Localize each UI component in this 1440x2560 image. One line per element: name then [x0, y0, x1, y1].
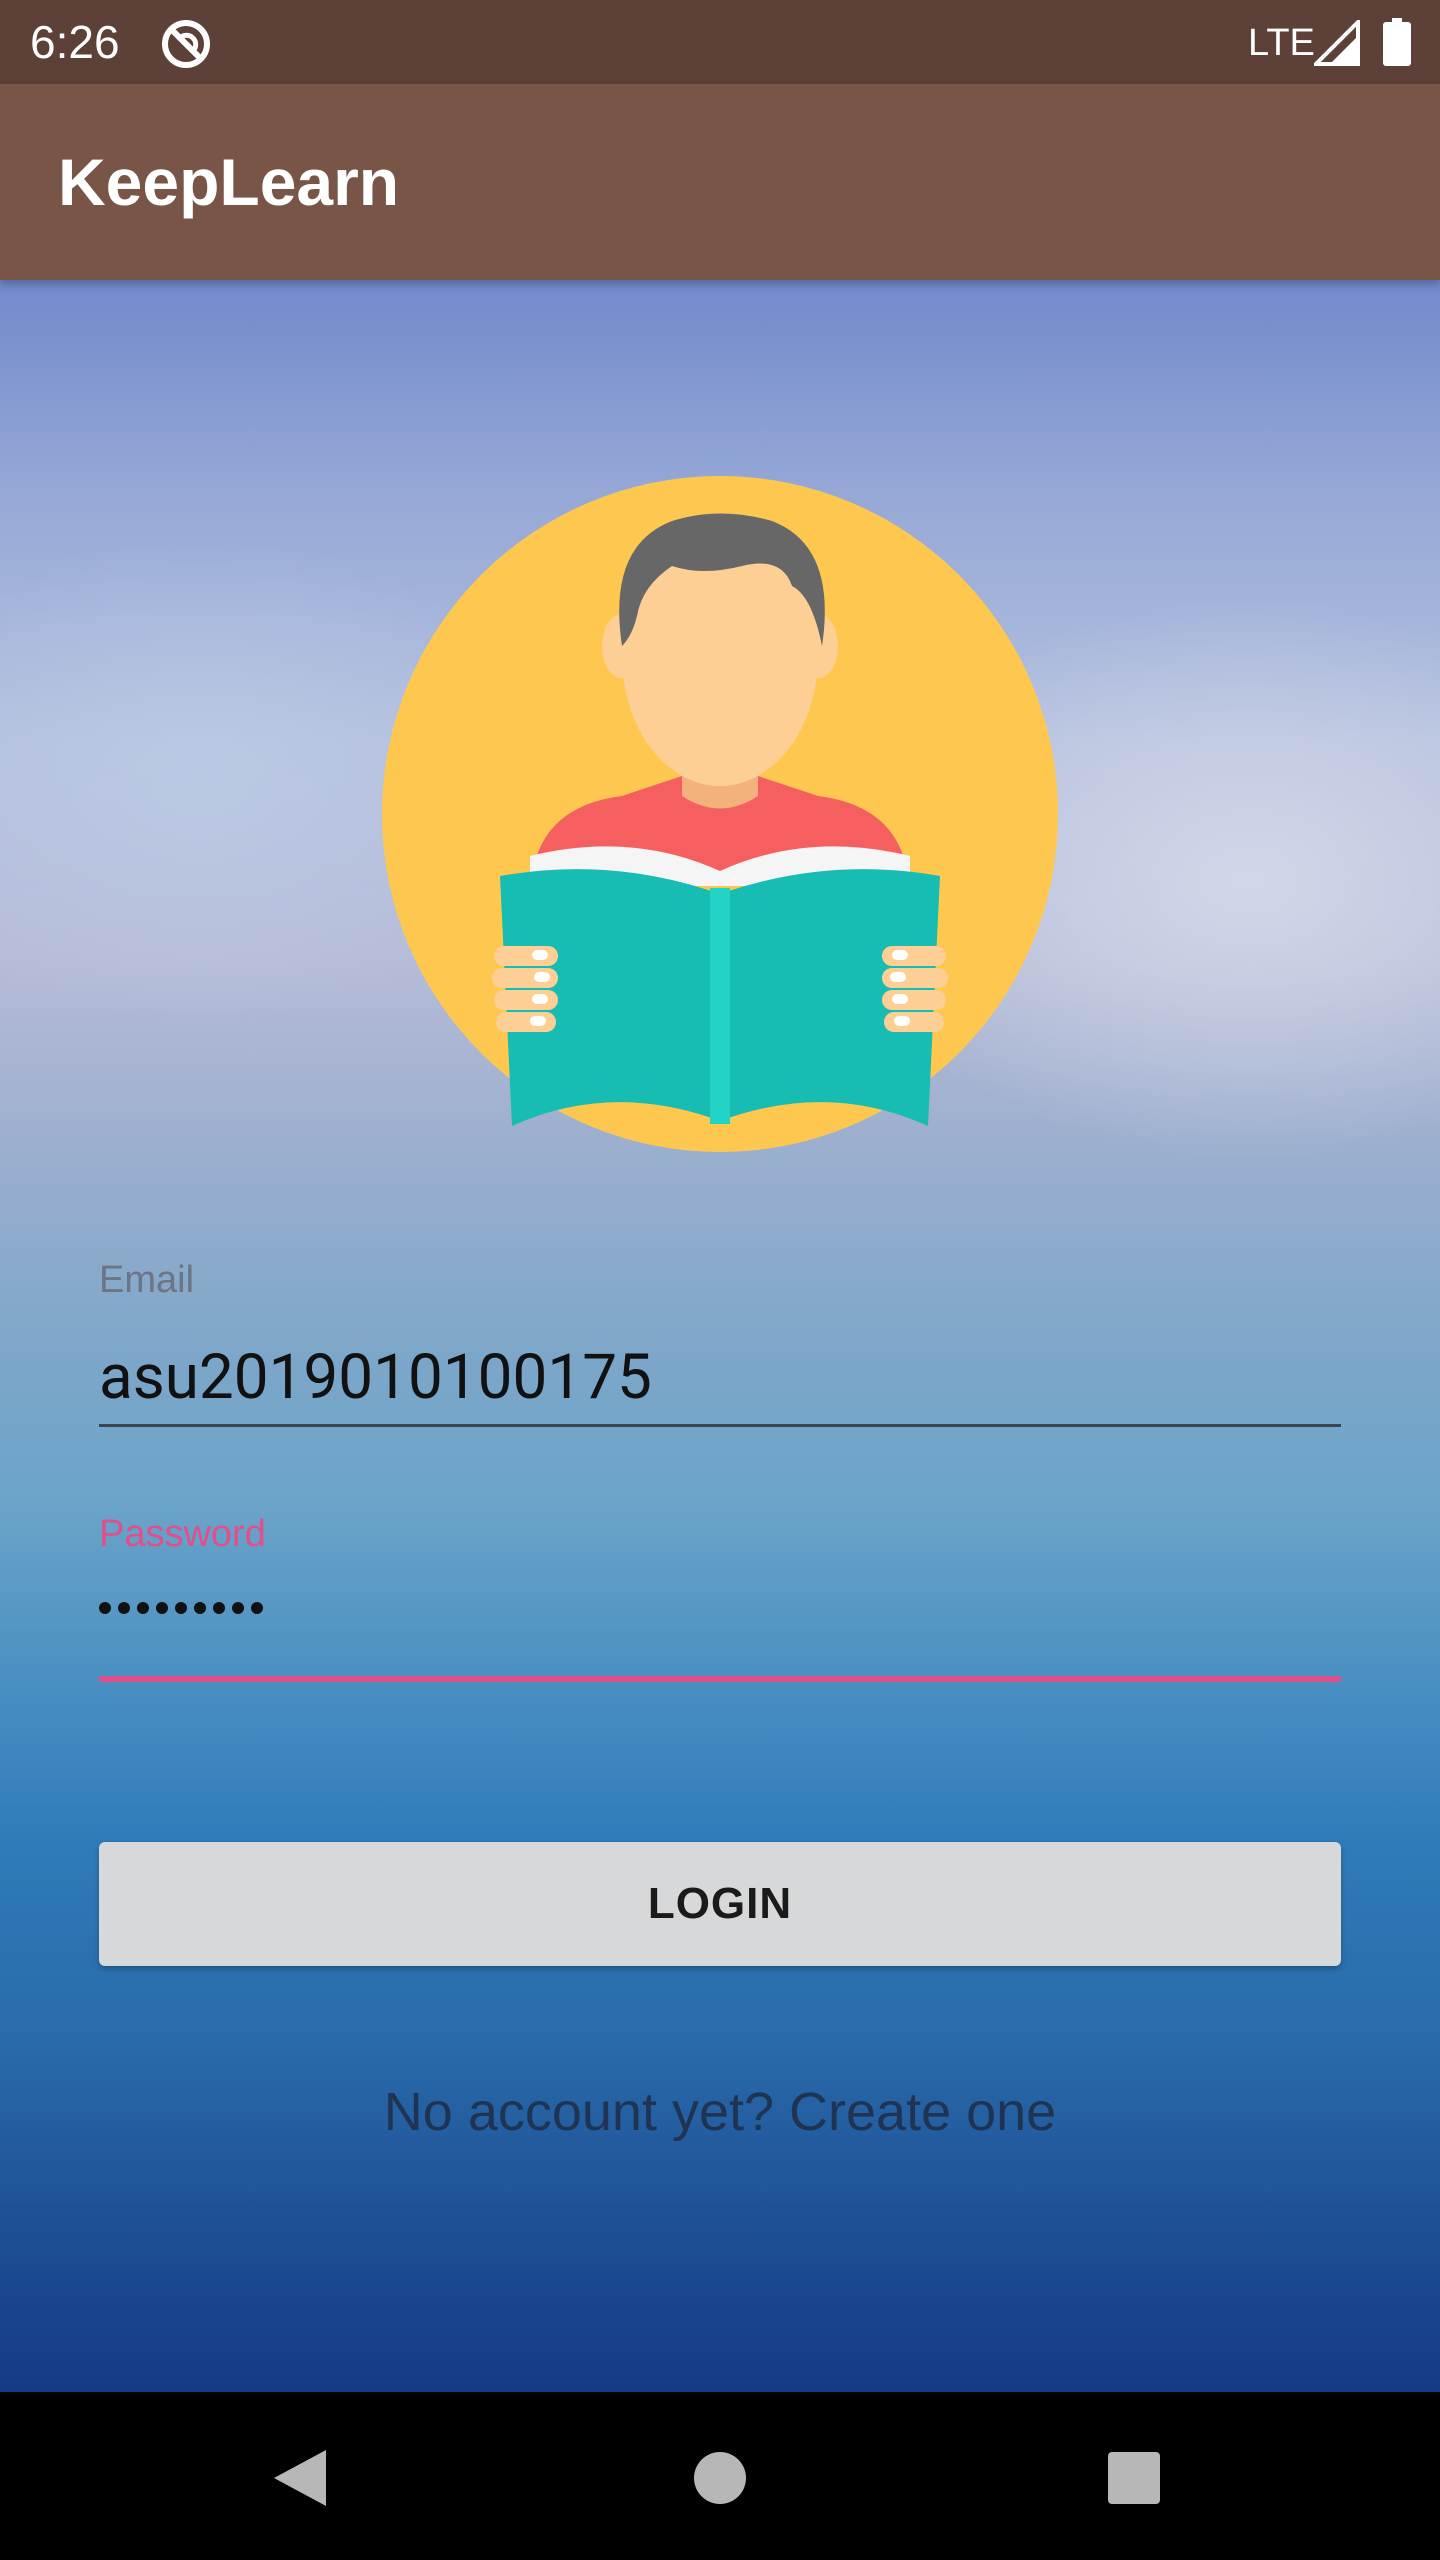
password-mask-dot	[137, 1602, 149, 1614]
app-title: KeepLearn	[58, 145, 400, 219]
email-label: Email	[99, 1259, 195, 1301]
password-mask-dot	[118, 1602, 130, 1614]
home-icon[interactable]	[694, 2452, 746, 2504]
status-time: 6:26	[30, 16, 120, 68]
password-label: Password	[99, 1513, 266, 1555]
password-mask-dot	[99, 1602, 111, 1614]
password-mask-dot	[251, 1602, 263, 1614]
password-underline	[99, 1676, 1341, 1682]
signal-icon	[1314, 20, 1360, 66]
sync-icon	[162, 20, 210, 68]
back-icon[interactable]	[270, 2448, 328, 2508]
create-account-link[interactable]: No account yet? Create one	[0, 2080, 1440, 2144]
password-mask-dot	[213, 1602, 225, 1614]
password-mask-dot	[156, 1602, 168, 1614]
email-field[interactable]	[99, 1340, 1341, 1414]
status-bar: 6:26 LTE	[0, 0, 1440, 84]
password-mask-dot	[232, 1602, 244, 1614]
email-underline	[99, 1424, 1341, 1427]
password-field[interactable]	[99, 1602, 263, 1614]
battery-icon	[1383, 18, 1411, 66]
recents-icon[interactable]	[1108, 2452, 1160, 2504]
login-button[interactable]: LOGIN	[99, 1842, 1341, 1966]
password-mask-dot	[175, 1602, 187, 1614]
password-mask-dot	[194, 1602, 206, 1614]
reader-avatar-icon	[382, 476, 1058, 1152]
network-type-label: LTE	[1248, 22, 1315, 64]
app-bar: KeepLearn	[0, 84, 1440, 280]
